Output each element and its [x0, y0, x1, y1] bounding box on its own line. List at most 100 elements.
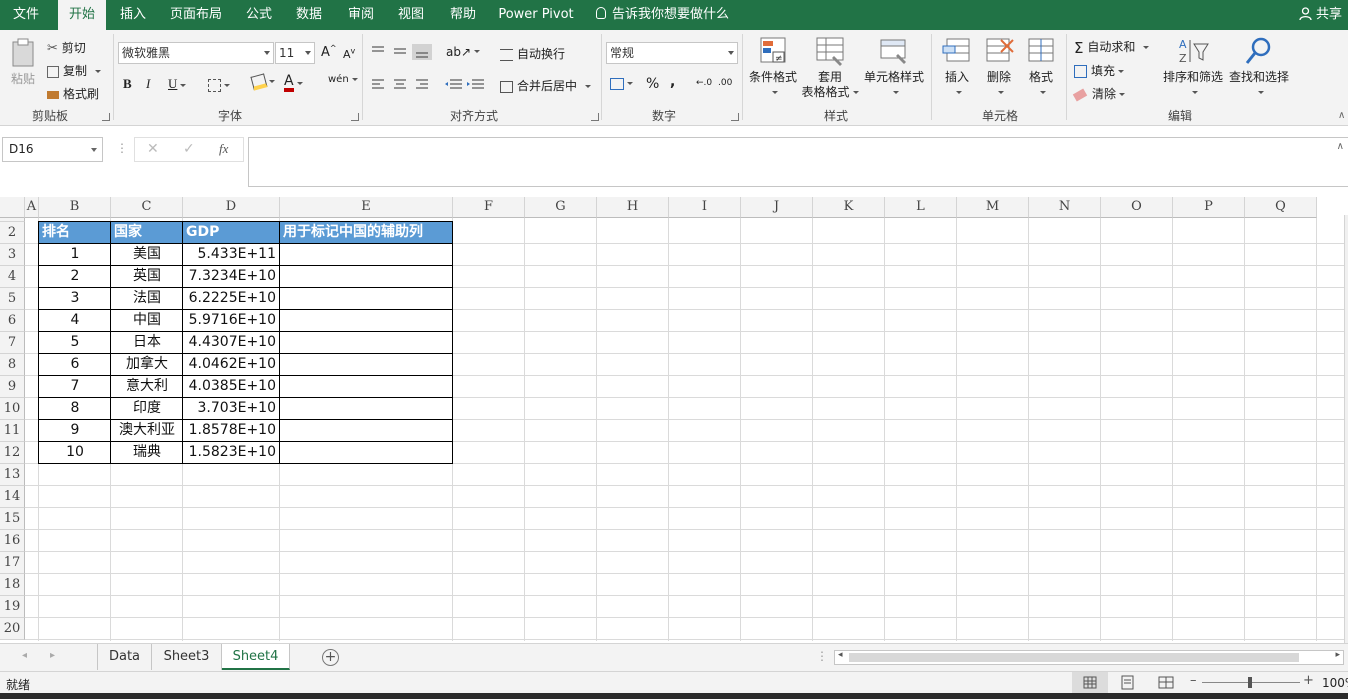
- row-header-16[interactable]: 16: [0, 530, 25, 552]
- row-header-4[interactable]: 4: [0, 266, 25, 288]
- number-format-combo[interactable]: 常规: [606, 42, 738, 64]
- alignment-launcher-icon[interactable]: [591, 113, 599, 121]
- font-size-combo[interactable]: 11: [275, 42, 315, 64]
- delete-cells-button[interactable]: 删除: [980, 36, 1018, 100]
- table-header-cell[interactable]: 用于标记中国的辅助列: [280, 222, 453, 244]
- row-header-5[interactable]: 5: [0, 288, 25, 310]
- horizontal-align-icons[interactable]: [370, 78, 432, 92]
- row-header-15[interactable]: 15: [0, 508, 25, 530]
- expand-formula-bar-icon[interactable]: ∧: [1337, 141, 1344, 152]
- table-cell[interactable]: 印度: [111, 398, 183, 420]
- format-painter-button[interactable]: 格式刷: [47, 85, 99, 102]
- normal-view-button[interactable]: [1072, 672, 1108, 694]
- sheet-tab-data[interactable]: Data: [98, 644, 152, 670]
- table-cell[interactable]: [280, 332, 453, 354]
- row-header-6[interactable]: 6: [0, 310, 25, 332]
- table-cell[interactable]: 4.4307E+10: [183, 332, 280, 354]
- paste-button[interactable]: 粘贴: [6, 36, 40, 87]
- format-cells-button[interactable]: 格式: [1022, 36, 1060, 100]
- page-layout-view-icon[interactable]: [1120, 675, 1136, 691]
- share-button[interactable]: 共享: [1299, 0, 1342, 30]
- table-cell[interactable]: 1.8578E+10: [183, 420, 280, 442]
- table-cell[interactable]: 1.5823E+10: [183, 442, 280, 464]
- split-dots-icon[interactable]: ⋮: [816, 649, 828, 663]
- table-header-cell[interactable]: 国家: [111, 222, 183, 244]
- conditional-formatting-button[interactable]: ≠ 条件格式: [746, 36, 800, 100]
- table-cell[interactable]: [280, 310, 453, 332]
- copy-button[interactable]: 复制: [47, 62, 102, 79]
- tab-help[interactable]: 帮助: [442, 0, 484, 30]
- sort-filter-button[interactable]: AZ 排序和筛选: [1160, 36, 1226, 100]
- borders-button[interactable]: [208, 78, 230, 92]
- table-cell[interactable]: 3: [39, 288, 111, 310]
- table-cell[interactable]: 7.3234E+10: [183, 266, 280, 288]
- row-header-18[interactable]: 18: [0, 574, 25, 596]
- row-header-12[interactable]: 12: [0, 442, 25, 464]
- table-cell[interactable]: 3.703E+10: [183, 398, 280, 420]
- format-as-table-button[interactable]: 套用 表格格式: [800, 36, 860, 100]
- tab-review[interactable]: 审阅: [340, 0, 382, 30]
- table-cell[interactable]: 9: [39, 420, 111, 442]
- table-cell[interactable]: 加拿大: [111, 354, 183, 376]
- indent-icons[interactable]: [444, 78, 488, 92]
- enter-icon[interactable]: ✓: [183, 141, 195, 157]
- table-cell[interactable]: 美国: [111, 244, 183, 266]
- row-header-7[interactable]: 7: [0, 332, 25, 354]
- font-launcher-icon[interactable]: [351, 113, 359, 121]
- table-cell[interactable]: [280, 398, 453, 420]
- column-header-g[interactable]: G: [525, 197, 597, 218]
- zoom-slider-thumb[interactable]: [1248, 677, 1252, 688]
- table-cell[interactable]: 10: [39, 442, 111, 464]
- underline-button[interactable]: U: [168, 76, 187, 92]
- column-header-i[interactable]: I: [669, 197, 741, 218]
- table-cell[interactable]: [280, 266, 453, 288]
- name-box[interactable]: D16: [2, 137, 103, 162]
- wrap-text-button[interactable]: 自动换行: [500, 45, 565, 62]
- zoom-out-icon[interactable]: –: [1190, 673, 1197, 688]
- insert-cells-button[interactable]: 插入: [938, 36, 976, 100]
- cancel-icon[interactable]: ✕: [147, 141, 159, 157]
- scroll-right-icon[interactable]: ▸: [50, 650, 55, 661]
- table-cell[interactable]: 6: [39, 354, 111, 376]
- tab-home[interactable]: 开始: [58, 0, 106, 30]
- scroll-left-icon[interactable]: ◂: [22, 650, 27, 661]
- clear-button[interactable]: 清除: [1072, 85, 1126, 102]
- find-select-button[interactable]: 查找和选择: [1226, 36, 1292, 100]
- fill-button[interactable]: 填充: [1074, 62, 1125, 79]
- bold-button[interactable]: B: [123, 76, 132, 92]
- formula-input[interactable]: [248, 137, 1348, 187]
- table-cell[interactable]: 7: [39, 376, 111, 398]
- tab-page-layout[interactable]: 页面布局: [164, 0, 228, 30]
- column-header-o[interactable]: O: [1101, 197, 1173, 218]
- tab-power-pivot[interactable]: Power Pivot: [496, 0, 576, 30]
- clipboard-launcher-icon[interactable]: [102, 113, 110, 121]
- row-header-8[interactable]: 8: [0, 354, 25, 376]
- select-all-corner[interactable]: [0, 197, 25, 218]
- table-cell[interactable]: [280, 420, 453, 442]
- vertical-align-icons[interactable]: [370, 44, 432, 60]
- column-header-a[interactable]: A: [25, 197, 39, 218]
- table-cell[interactable]: 8: [39, 398, 111, 420]
- font-name-combo[interactable]: 微软雅黑: [118, 42, 274, 64]
- table-cell[interactable]: 4: [39, 310, 111, 332]
- decrease-font-button[interactable]: Av: [343, 46, 355, 61]
- table-cell[interactable]: 5.9716E+10: [183, 310, 280, 332]
- row-header-3[interactable]: 3: [0, 244, 25, 266]
- increase-font-button[interactable]: A^: [321, 44, 337, 60]
- table-cell[interactable]: 5: [39, 332, 111, 354]
- column-header-m[interactable]: M: [957, 197, 1029, 218]
- page-break-view-icon[interactable]: [1158, 675, 1174, 691]
- table-cell[interactable]: 4.0462E+10: [183, 354, 280, 376]
- column-header-p[interactable]: P: [1173, 197, 1245, 218]
- add-sheet-icon[interactable]: +: [322, 649, 339, 666]
- column-header-b[interactable]: B: [39, 197, 111, 218]
- table-header-cell[interactable]: GDP: [183, 222, 280, 244]
- tab-view[interactable]: 视图: [390, 0, 432, 30]
- table-header-cell[interactable]: 排名: [39, 222, 111, 244]
- increase-decimal-button[interactable]: ←.0: [696, 78, 712, 88]
- worksheet-grid[interactable]: ABCDEFGHIJKLMNOPQ 2 3 4 5 6 7 8 9 10 11 12 13 14 15 16…: [0, 197, 1348, 641]
- table-cell[interactable]: 意大利: [111, 376, 183, 398]
- cell-styles-button[interactable]: 单元格样式: [862, 36, 926, 100]
- accounting-button[interactable]: [610, 76, 633, 90]
- font-color-button[interactable]: A: [284, 74, 303, 92]
